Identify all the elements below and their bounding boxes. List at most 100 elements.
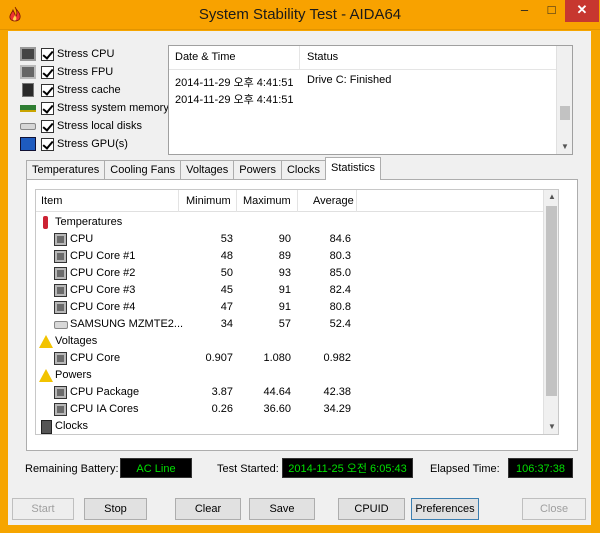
row-name: CPU Core — [70, 352, 121, 364]
row-max: 57 — [278, 318, 291, 330]
log-scrollbar[interactable]: ▼ — [556, 46, 572, 154]
chip-icon — [54, 267, 67, 280]
cache-icon — [22, 83, 34, 97]
table-scroll-thumb[interactable] — [546, 206, 557, 396]
table-header: Item Minimum Maximum Average — [36, 190, 544, 212]
stress-cpu-label: Stress CPU — [57, 48, 115, 60]
save-button[interactable]: Save — [249, 498, 315, 520]
col-minimum[interactable]: Minimum — [186, 195, 231, 207]
row-name: SAMSUNG MZMTE2... — [70, 318, 184, 330]
column-divider[interactable] — [356, 190, 357, 212]
row-min: 50 — [220, 267, 233, 279]
group-powers[interactable]: Powers — [36, 367, 544, 384]
table-row[interactable]: CPU 53 90 84.6 — [36, 231, 544, 248]
col-average[interactable]: Average — [313, 195, 354, 207]
log-row[interactable]: 2014-11-29 오후 4:41:51 Drive C: Finished — [169, 72, 557, 89]
table-row[interactable]: CPU Core #4 47 91 80.8 — [36, 299, 544, 316]
table-row[interactable]: SAMSUNG MZMTE2... 34 57 52.4 — [36, 316, 544, 333]
col-item[interactable]: Item — [41, 195, 62, 207]
scroll-down-icon[interactable]: ▼ — [548, 422, 556, 431]
cpu-icon — [20, 47, 36, 61]
column-divider[interactable] — [178, 190, 179, 212]
minimize-button[interactable]: – — [511, 0, 538, 22]
table-scrollbar[interactable]: ▲ ▼ — [543, 190, 558, 434]
clear-button[interactable]: Clear — [175, 498, 241, 520]
stress-fpu-checkbox[interactable] — [41, 65, 54, 79]
group-temperatures[interactable]: Temperatures — [36, 214, 544, 231]
row-min: 48 — [220, 250, 233, 262]
col-maximum[interactable]: Maximum — [243, 195, 291, 207]
stress-memory-checkbox[interactable] — [41, 101, 54, 115]
gpu-icon — [20, 137, 36, 151]
table-row[interactable]: CPU Package 3.87 44.64 42.38 — [36, 384, 544, 401]
scroll-up-icon[interactable]: ▲ — [548, 192, 556, 201]
stress-cpu-checkbox[interactable] — [41, 47, 54, 61]
table-row[interactable]: CPU Core 0.907 1.080 0.982 — [36, 350, 544, 367]
table-row[interactable]: CPU Core #3 45 91 82.4 — [36, 282, 544, 299]
stress-disks-option[interactable]: Stress local disks — [20, 118, 142, 134]
log-column-divider[interactable] — [299, 46, 300, 70]
tab-voltages[interactable]: Voltages — [180, 160, 235, 180]
close-button[interactable]: Close — [522, 498, 586, 520]
stress-cache-label: Stress cache — [57, 84, 121, 96]
row-name: CPU Core #1 — [70, 250, 136, 262]
warning-icon — [39, 335, 53, 348]
maximize-button[interactable]: □ — [538, 0, 565, 22]
log-header: Date & Time Status — [169, 46, 557, 70]
statistics-table[interactable]: Item Minimum Maximum Average Temperature… — [35, 189, 559, 435]
tab-temperatures[interactable]: Temperatures — [26, 160, 106, 180]
tab-powers[interactable]: Powers — [233, 160, 282, 180]
scroll-down-icon[interactable]: ▼ — [561, 142, 569, 151]
close-window-button[interactable]: ✕ — [565, 0, 599, 22]
disk-icon — [20, 122, 36, 130]
row-min: 3.87 — [211, 386, 233, 398]
elapsed-time-label: Elapsed Time: — [430, 463, 500, 475]
row-min: 47 — [220, 301, 233, 313]
tab-clocks[interactable]: Clocks — [280, 160, 326, 180]
log-row[interactable]: 2014-11-29 오후 4:41:51 — [169, 89, 557, 106]
log-col-status[interactable]: Status — [307, 51, 338, 63]
stress-disks-checkbox[interactable] — [41, 119, 54, 133]
column-divider[interactable] — [297, 190, 298, 212]
stress-fpu-option[interactable]: Stress FPU — [20, 64, 113, 80]
fpu-icon — [20, 65, 36, 79]
start-button[interactable]: Start — [12, 498, 74, 520]
row-avg: 34.29 — [323, 403, 351, 415]
chip-icon — [54, 352, 67, 365]
test-started-value: 2014-11-25 오전 6:05:43 — [282, 458, 413, 478]
chip-icon — [54, 301, 67, 314]
table-row[interactable]: CPU Core #1 48 89 80.3 — [36, 248, 544, 265]
stress-fpu-label: Stress FPU — [57, 66, 114, 78]
row-name: CPU Core #3 — [70, 284, 136, 296]
stress-gpu-checkbox[interactable] — [41, 137, 54, 151]
clock-icon — [41, 420, 52, 434]
row-avg: 80.3 — [329, 250, 351, 262]
title-bar[interactable]: System Stability Test - AIDA64 – □ ✕ — [0, 0, 600, 30]
table-row[interactable]: CPU IA Cores 0.26 36.60 34.29 — [36, 401, 544, 418]
table-row[interactable]: CPU Core #2 50 93 85.0 — [36, 265, 544, 282]
row-max: 36.60 — [263, 403, 291, 415]
stress-gpu-option[interactable]: Stress GPU(s) — [20, 136, 128, 152]
log-col-datetime[interactable]: Date & Time — [175, 51, 236, 63]
column-divider[interactable] — [236, 190, 237, 212]
row-max: 91 — [278, 301, 291, 313]
elapsed-time-value: 106:37:38 — [508, 458, 573, 478]
stress-memory-option[interactable]: Stress system memory — [20, 100, 169, 116]
preferences-button[interactable]: Preferences — [411, 498, 479, 520]
tab-cooling-fans[interactable]: Cooling Fans — [104, 160, 182, 180]
group-clocks[interactable]: Clocks — [36, 418, 544, 434]
stress-memory-label: Stress system memory — [57, 102, 169, 114]
tab-statistics[interactable]: Statistics — [325, 157, 382, 180]
stress-cache-checkbox[interactable] — [41, 83, 54, 97]
log-scroll-thumb[interactable] — [560, 106, 570, 120]
group-label: Powers — [55, 369, 92, 381]
cpuid-button[interactable]: CPUID — [338, 498, 405, 520]
battery-label: Remaining Battery: — [25, 463, 119, 475]
client-area: Stress CPU Stress FPU Stress cache Stres… — [8, 31, 591, 525]
stop-button[interactable]: Stop — [84, 498, 147, 520]
status-log[interactable]: Date & Time Status 2014-11-29 오후 4:41:51… — [168, 45, 573, 155]
stress-disks-label: Stress local disks — [57, 120, 142, 132]
stress-cpu-option[interactable]: Stress CPU — [20, 46, 114, 62]
group-voltages[interactable]: Voltages — [36, 333, 544, 350]
stress-cache-option[interactable]: Stress cache — [20, 82, 121, 98]
